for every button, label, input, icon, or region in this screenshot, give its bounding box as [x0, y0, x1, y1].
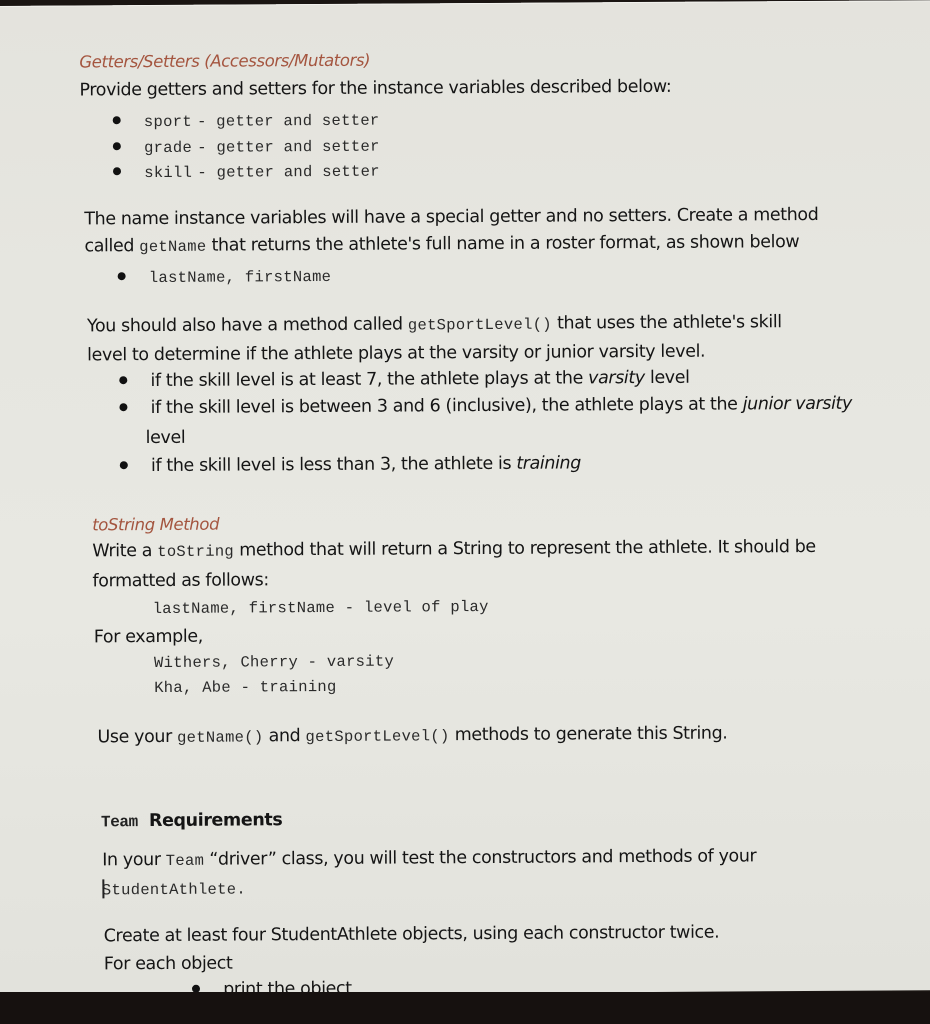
sport-level-line2: level to determine if the athlete plays …: [87, 341, 706, 366]
tostring-heading: toString Method: [92, 514, 220, 535]
text: Write a: [92, 540, 158, 562]
bullet-icon: [112, 116, 121, 125]
code-team: Team: [100, 813, 138, 832]
text-cursor: [102, 878, 104, 898]
name-getter-line1: The name instance variables will have a …: [84, 204, 819, 230]
assignment-document: Getters/Setters (Accessors/Mutators) Pro…: [0, 0, 930, 1000]
rule-emphasis: varsity: [588, 368, 645, 389]
team-line1: In your Team “driver” class, you will te…: [102, 846, 756, 870]
rule-emphasis: training: [516, 453, 581, 474]
team-requirements-heading: Team Requirements: [101, 810, 282, 831]
team-line2[interactable]: StudentAthlete.: [102, 878, 246, 899]
bullet-icon: [119, 376, 128, 385]
create-objects-text: Create at least four StudentAthlete obje…: [103, 922, 720, 947]
rule-continuation: level: [145, 427, 186, 449]
variable-desc: - getter and setter: [197, 111, 380, 131]
rule-text: if the skill level is at least 7, the at…: [150, 368, 589, 392]
list-item: if the skill level is between 3 and 6 (i…: [119, 394, 852, 418]
sport-level-line1: You should also have a method called get…: [87, 312, 782, 336]
for-each-object: For each object: [103, 953, 233, 975]
name-getter-line2: called getName that returns the athlete'…: [84, 232, 799, 256]
text: In your: [102, 849, 166, 871]
list-item: lastName, firstName: [117, 266, 332, 288]
getters-setters-heading: Getters/Setters (Accessors/Mutators): [79, 50, 371, 72]
heading-text: Requirements: [148, 810, 283, 832]
list-item: if the skill level is less than 3, the a…: [119, 453, 581, 477]
example-line: Withers, Cherry - varsity: [153, 652, 395, 673]
variable-name: skill: [144, 163, 193, 183]
text: and: [263, 726, 306, 747]
text: methods to generate this String.: [449, 723, 728, 746]
text: method that will return a String to repr…: [233, 536, 816, 561]
variable-desc: - getter and setter: [197, 137, 380, 157]
rule-text: if the skill level is between 3 and 6 (i…: [150, 394, 743, 419]
rule-emphasis: junior varsity: [742, 393, 852, 415]
code-getsportlevel: getSportLevel(): [407, 315, 552, 335]
list-item: skill - getter and setter: [112, 161, 380, 183]
bullet-icon: [112, 142, 121, 151]
bullet-icon: [117, 272, 126, 281]
getters-setters-intro: Provide getters and setters for the inst…: [79, 76, 672, 101]
bullet-icon: [112, 167, 122, 176]
example-line: Kha, Abe - training: [154, 677, 337, 698]
monitor-bezel: [0, 992, 930, 1024]
roster-format: lastName, firstName: [148, 267, 332, 288]
variable-name: sport: [143, 112, 192, 132]
bullet-icon: [119, 461, 128, 470]
rule-text: level: [644, 367, 690, 389]
list-item: grade - getter and setter: [112, 136, 380, 158]
tostring-line1: Write a toString method that will return…: [92, 537, 816, 561]
rule-text: if the skill level is less than 3, the a…: [150, 453, 517, 477]
code-studentathlete: StudentAthlete.: [101, 880, 246, 900]
text: called: [84, 236, 140, 257]
code-getsportlevel: getSportLevel(): [305, 727, 450, 747]
bullet-icon: [119, 403, 128, 412]
list-item: if the skill level is at least 7, the at…: [119, 367, 690, 392]
photo-of-screen: Getters/Setters (Accessors/Mutators) Pro…: [0, 0, 930, 1024]
variable-name: grade: [143, 138, 193, 158]
tostring-usage: Use your getName() and getSportLevel() m…: [97, 724, 727, 748]
code-getname: getName(): [176, 728, 264, 747]
tostring-line2: formatted as follows:: [92, 570, 269, 592]
tostring-format: lastName, firstName - level of play: [152, 597, 489, 619]
text: “driver” class, you will test the constr…: [204, 846, 757, 870]
code-tostring: toString: [157, 542, 235, 561]
list-item: sport - getter and setter: [112, 110, 380, 132]
text: that returns the athlete's full name in …: [206, 232, 800, 256]
variable-desc: - getter and setter: [197, 162, 380, 182]
code-getname: getName: [139, 237, 207, 257]
example-label: For example,: [93, 626, 203, 648]
code-team: Team: [165, 851, 205, 870]
text: Use your: [97, 726, 178, 748]
text: that uses the athlete's skill: [551, 312, 782, 334]
text: You should also have a method called: [86, 314, 408, 337]
